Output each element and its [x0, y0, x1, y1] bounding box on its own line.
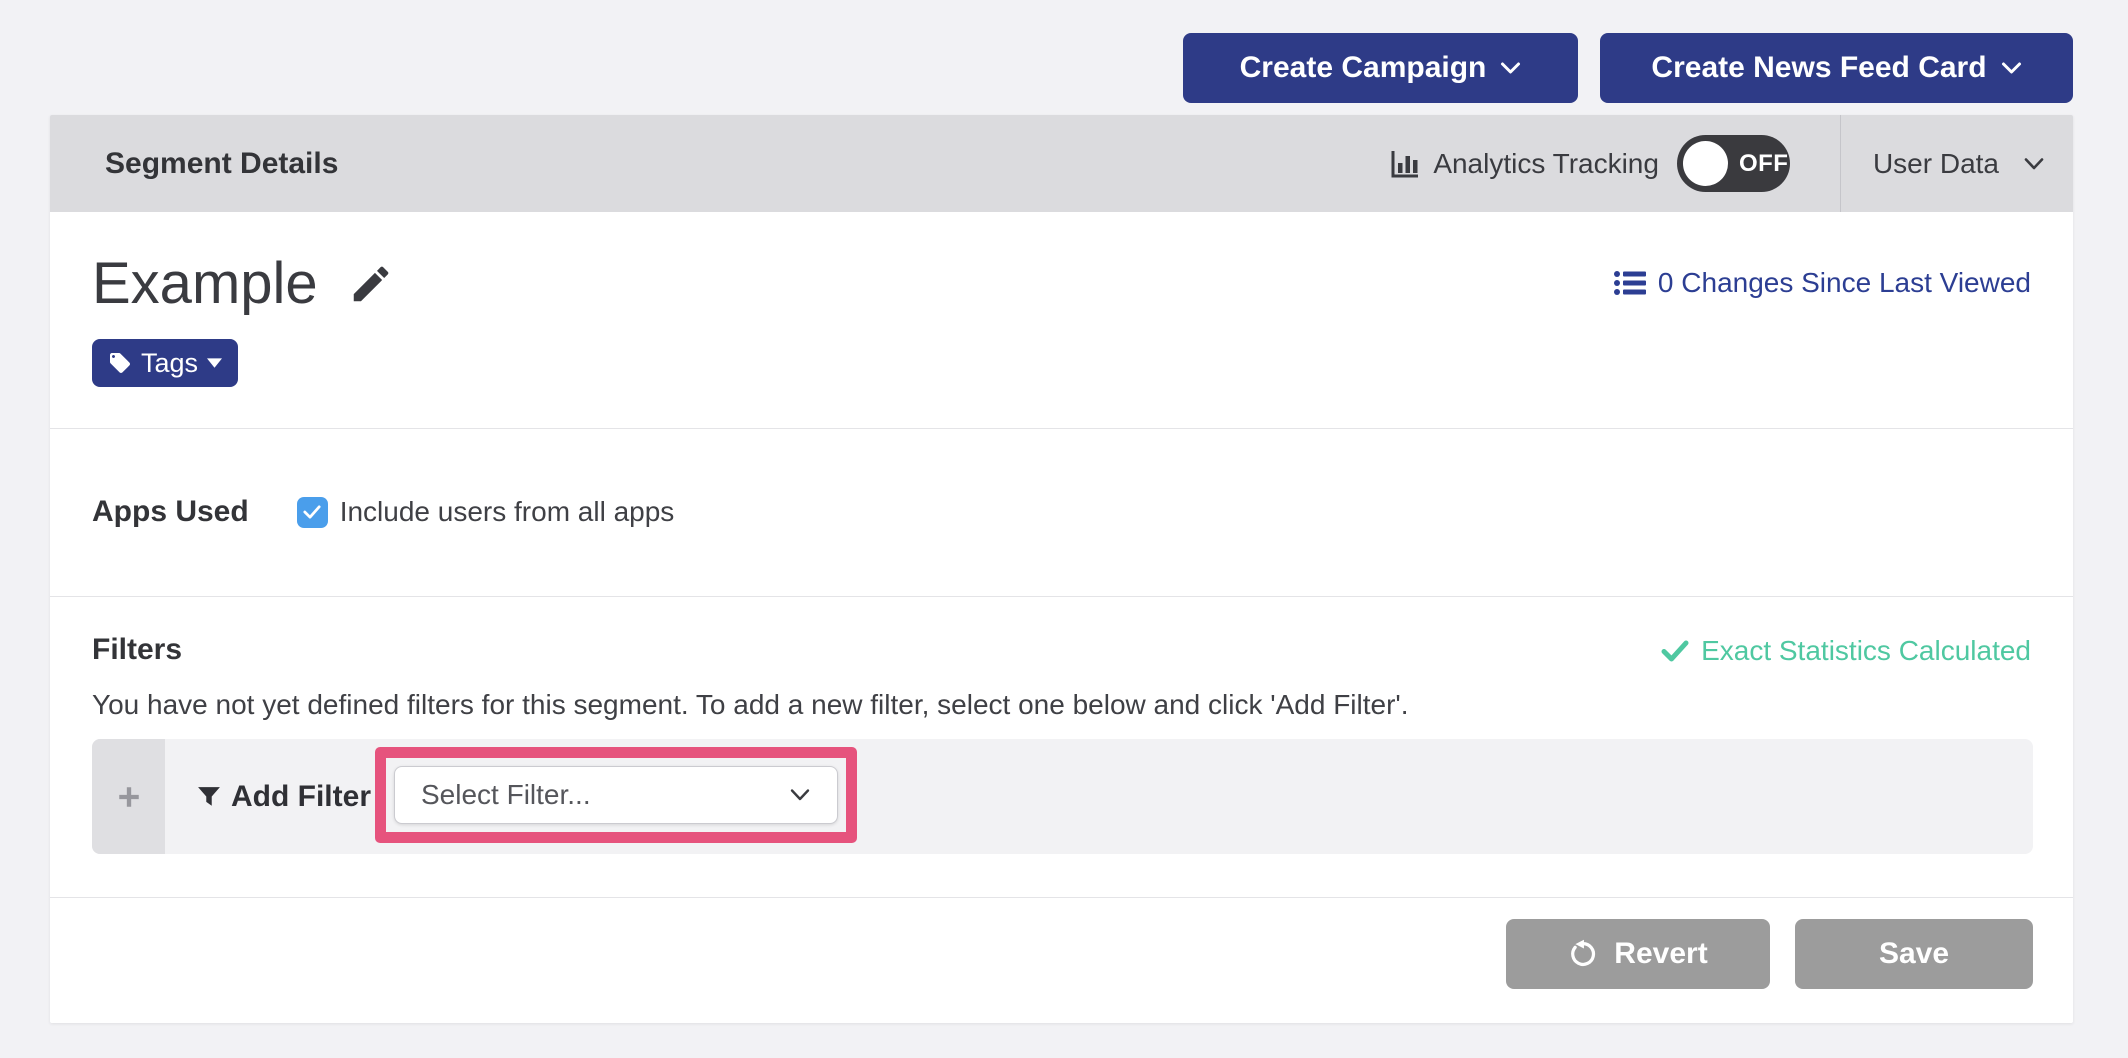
section-divider: [50, 897, 2073, 898]
filters-help-text: You have not yet defined filters for thi…: [92, 689, 1409, 721]
filters-label: Filters: [92, 633, 182, 667]
filter-select-placeholder: Select Filter...: [421, 779, 591, 811]
check-icon: [1661, 640, 1689, 662]
segment-details-panel: Segment Details Analytics Tracking OFF: [50, 115, 2073, 1023]
tags-button[interactable]: Tags: [92, 339, 238, 387]
toggle-knob: [1683, 141, 1728, 186]
caret-down-icon: [207, 358, 222, 368]
toggle-state-label: OFF: [1739, 135, 1789, 192]
changes-list-icon: [1614, 270, 1646, 296]
chevron-down-icon: [1500, 61, 1521, 75]
create-news-feed-card-label: Create News Feed Card: [1651, 51, 1986, 85]
create-campaign-button[interactable]: Create Campaign: [1183, 33, 1578, 103]
include-all-apps-label: Include users from all apps: [340, 496, 675, 528]
segment-name: Example: [92, 255, 318, 313]
panel-header-controls: Analytics Tracking OFF User Data: [1389, 115, 2073, 212]
apps-used-label: Apps Used: [92, 495, 249, 529]
analytics-tracking-toggle[interactable]: OFF: [1677, 135, 1790, 192]
section-divider: [50, 596, 2073, 597]
revert-button[interactable]: Revert: [1506, 919, 1770, 989]
revert-icon: [1568, 939, 1598, 969]
chevron-down-icon: [2001, 61, 2022, 75]
bar-chart-icon: [1389, 148, 1421, 180]
changes-since-last-viewed-link[interactable]: 0 Changes Since Last Viewed: [1614, 267, 2031, 299]
exact-statistics-label: Exact Statistics Calculated: [1701, 635, 2031, 667]
user-data-label: User Data: [1873, 148, 1999, 180]
apps-used-section: Apps Used Include users from all apps: [92, 428, 2031, 596]
add-filter-label: Add Filter: [231, 780, 371, 814]
create-campaign-label: Create Campaign: [1240, 51, 1487, 85]
edit-pencil-icon[interactable]: [348, 261, 394, 307]
save-button-label: Save: [1879, 937, 1949, 971]
add-filter-label-group: Add Filter: [197, 739, 371, 854]
annotation-highlight-box: Select Filter...: [375, 747, 857, 843]
panel-title: Segment Details: [105, 115, 338, 212]
exact-statistics-status: Exact Statistics Calculated: [1661, 635, 2031, 667]
page: Create Campaign Create News Feed Card Se…: [0, 0, 2128, 1058]
create-news-feed-card-button[interactable]: Create News Feed Card: [1600, 33, 2073, 103]
funnel-icon: [197, 785, 221, 809]
checkmark-icon: [302, 504, 322, 520]
filter-select-dropdown[interactable]: Select Filter...: [394, 766, 838, 824]
chevron-down-icon: [2023, 157, 2045, 171]
header-divider: [1840, 115, 1841, 212]
save-button[interactable]: Save: [1795, 919, 2033, 989]
tag-icon: [108, 351, 132, 375]
tags-button-label: Tags: [141, 348, 198, 379]
revert-button-label: Revert: [1614, 937, 1707, 971]
chevron-down-icon: [789, 788, 811, 802]
add-filter-plus-button[interactable]: [92, 739, 165, 854]
segment-title-row: Example: [92, 255, 394, 313]
analytics-tracking-label: Analytics Tracking: [1433, 148, 1659, 180]
plus-icon: [116, 784, 142, 810]
panel-header: Segment Details Analytics Tracking OFF: [50, 115, 2073, 212]
changes-link-label: 0 Changes Since Last Viewed: [1658, 267, 2031, 299]
user-data-dropdown[interactable]: User Data: [1873, 148, 2045, 180]
add-filter-row: Add Filter Select Filter...: [92, 739, 2033, 854]
include-all-apps-checkbox[interactable]: [297, 497, 328, 528]
